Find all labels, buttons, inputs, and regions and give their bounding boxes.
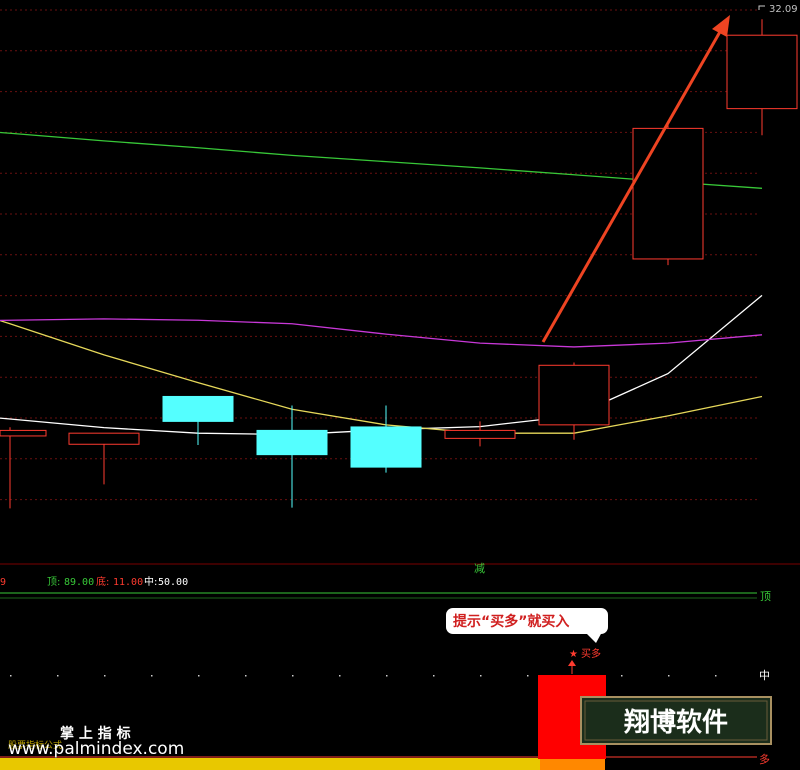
mid-dot: [245, 675, 247, 677]
reduce-marker: 减: [474, 562, 485, 575]
mid-dot: [480, 675, 482, 677]
base-strip-orange: [540, 758, 605, 770]
peak-label: 顶:: [47, 576, 60, 588]
partial-value: 9: [0, 577, 6, 588]
candle-body: [256, 429, 328, 456]
candlesticks: [0, 19, 798, 509]
candle: [0, 427, 47, 509]
indicator-mid-dots: [10, 675, 717, 677]
candle: [726, 19, 798, 136]
brand-name: 翔博软件: [624, 708, 728, 738]
callout-text: 提示“买多”就买入: [453, 613, 569, 630]
candle-body: [0, 429, 47, 437]
svg-text:32.09: 32.09: [769, 4, 798, 15]
buy-callout: 提示“买多”就买入: [446, 608, 608, 643]
base-strip: [0, 758, 540, 770]
ma-line-3: [0, 318, 763, 348]
buy-signal-label: 买多: [581, 647, 601, 660]
mid-dot: [386, 675, 388, 677]
indicator-status-bar: 9 顶: 89.00 底: 11.00 中: 50.00: [0, 575, 188, 588]
buy-signal-marker: ★ 买多: [568, 647, 601, 674]
mid-dot: [198, 675, 200, 677]
peak-value: 89.00: [64, 577, 94, 588]
candle-body: [68, 432, 140, 445]
candle: [68, 432, 140, 485]
candle-body: [632, 127, 704, 260]
mid-dot: [715, 675, 717, 677]
candle: [632, 123, 704, 266]
mid-dot: [668, 675, 670, 677]
stock-chart[interactable]: 32.09 减 9 顶: 89.00 底: 11.00 中: 50.00 顶 中…: [0, 0, 800, 770]
mid-dot: [292, 675, 294, 677]
candle: [162, 395, 234, 445]
mid-label: 中:: [144, 575, 157, 588]
label-top: 顶: [760, 590, 771, 603]
candle: [444, 421, 516, 447]
mid-dot: [57, 675, 59, 677]
mid-dot: [10, 675, 12, 677]
bottom-value: 11.00: [113, 577, 143, 588]
palmindex-watermark: 股票指标公式 掌 上 指 标 www.palmindex.com: [8, 725, 184, 759]
mid-dot: [433, 675, 435, 677]
mid-dot: [339, 675, 341, 677]
candle-body: [538, 364, 610, 426]
ma-line-1: [0, 294, 763, 436]
label-mid: 中: [759, 669, 770, 682]
bottom-label: 底:: [96, 575, 109, 588]
candle: [256, 405, 328, 508]
mid-value: 50.00: [158, 577, 188, 588]
label-bottom: 多: [759, 752, 770, 766]
mid-dot: [527, 675, 529, 677]
watermark-url: www.palmindex.com: [8, 739, 184, 759]
buy-star-icon: ★: [569, 649, 578, 660]
candle-body: [350, 426, 422, 468]
candle-body: [162, 395, 234, 422]
candle-body: [444, 429, 516, 439]
mid-dot: [151, 675, 153, 677]
price-top-label: 32.09: [758, 4, 798, 15]
mid-dot: [104, 675, 106, 677]
candle: [350, 405, 422, 473]
candle-body: [726, 34, 798, 110]
brand-logo: 翔博软件: [580, 696, 772, 745]
mid-dot: [621, 675, 623, 677]
